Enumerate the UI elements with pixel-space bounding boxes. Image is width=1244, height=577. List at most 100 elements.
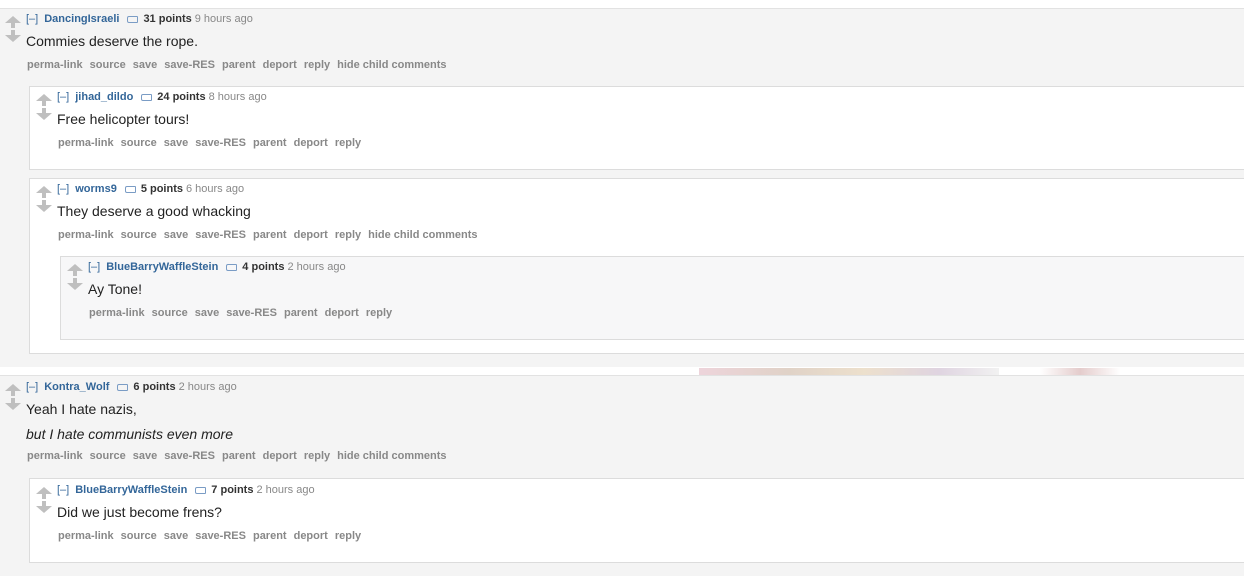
downvote-arrow-icon[interactable] [36,200,52,212]
comment-body-italic-line: but I hate communists even more [26,426,233,442]
score: 7 points [211,484,254,496]
save-res-button[interactable]: save-RES [195,137,246,149]
deport-button[interactable]: deport [294,137,328,149]
comment-body: They deserve a good whacking [57,203,251,219]
downvote-arrow-icon[interactable] [5,398,21,410]
comment-body: Yeah I hate nazis, [26,401,137,417]
collapse-toggle[interactable]: [–] [26,381,38,393]
timestamp: 2 hours ago [287,261,346,273]
downvote-arrow-icon[interactable] [5,30,21,42]
comment-body: Free helicopter tours! [57,111,190,127]
upvote-arrow-icon[interactable] [36,487,52,499]
author-link[interactable]: BlueBarryWaffleStein [75,484,187,496]
save-button[interactable]: save [164,229,188,241]
comment-tagline: [–] BlueBarryWaffleStein 4 points 2 hours a… [88,260,346,274]
timestamp: 9 hours ago [194,13,253,25]
deport-button[interactable]: deport [294,229,328,241]
hide-child-comments-button[interactable]: hide child comments [368,229,477,241]
parent-button[interactable]: parent [222,450,256,462]
comment-tagline: [–] jihad_dildo 24 points 8 hours ago [57,90,267,104]
author-link[interactable]: Kontra_Wolf [44,381,109,393]
author-link[interactable]: jihad_dildo [75,91,133,103]
collapse-toggle[interactable]: [–] [57,183,69,195]
author-link[interactable]: DancingIsraeli [44,13,119,25]
score: 31 points [143,13,192,25]
comment-buttons: perma-link source save save-RES parent deport… [58,228,485,242]
background-image-strip [699,368,999,375]
source-button[interactable]: source [121,229,157,241]
parent-button[interactable]: parent [284,307,318,319]
comment-tagline: [–] Kontra_Wolf 6 points 2 hours ago [26,380,237,394]
reply-button[interactable]: reply [335,229,361,241]
source-button[interactable]: source [90,450,126,462]
save-button[interactable]: save [195,307,219,319]
reply-button[interactable]: reply [304,59,330,71]
score: 6 points [133,381,176,393]
downvote-arrow-icon[interactable] [36,108,52,120]
save-res-button[interactable]: save-RES [164,450,215,462]
save-res-button[interactable]: save-RES [226,307,277,319]
comment-tagline: [–] BlueBarryWaffleStein 7 points 2 hours a… [57,483,315,497]
tag-icon[interactable] [226,264,238,271]
reply-button[interactable]: reply [335,530,361,542]
upvote-arrow-icon[interactable] [36,94,52,106]
upvote-arrow-icon[interactable] [36,186,52,198]
save-res-button[interactable]: save-RES [195,229,246,241]
comment-body: Commies deserve the rope. [26,33,198,49]
save-res-button[interactable]: save-RES [164,59,215,71]
reply-button[interactable]: reply [304,450,330,462]
hide-child-comments-button[interactable]: hide child comments [337,59,446,71]
save-button[interactable]: save [164,137,188,149]
permalink-button[interactable]: perma-link [89,307,145,319]
author-link[interactable]: worms9 [75,183,117,195]
collapse-toggle[interactable]: [–] [26,13,38,25]
reply-button[interactable]: reply [366,307,392,319]
upvote-arrow-icon[interactable] [5,384,21,396]
save-button[interactable]: save [133,59,157,71]
comment-body: Ay Tone! [88,281,142,297]
comment-tagline: [–] worms9 5 points 6 hours ago [57,182,244,196]
reply-button[interactable]: reply [335,137,361,149]
comment-buttons: perma-link source save save-RES parent deport… [27,449,454,463]
source-button[interactable]: source [121,137,157,149]
timestamp: 2 hours ago [178,381,237,393]
comment-buttons: perma-link source save save-RES parent deport… [89,306,399,320]
upvote-arrow-icon[interactable] [5,16,21,28]
deport-button[interactable]: deport [325,307,359,319]
tag-icon[interactable] [127,16,139,23]
parent-button[interactable]: parent [222,59,256,71]
collapse-toggle[interactable]: [–] [88,261,100,273]
hide-child-comments-button[interactable]: hide child comments [337,450,446,462]
score: 24 points [157,91,206,103]
source-button[interactable]: source [90,59,126,71]
deport-button[interactable]: deport [294,530,328,542]
deport-button[interactable]: deport [263,59,297,71]
parent-button[interactable]: parent [253,530,287,542]
save-res-button[interactable]: save-RES [195,530,246,542]
permalink-button[interactable]: perma-link [58,530,114,542]
deport-button[interactable]: deport [263,450,297,462]
tag-icon[interactable] [124,186,136,193]
parent-button[interactable]: parent [253,229,287,241]
tag-icon[interactable] [141,94,153,101]
save-button[interactable]: save [133,450,157,462]
collapse-toggle[interactable]: [–] [57,484,69,496]
source-button[interactable]: source [152,307,188,319]
comment-tagline: [–] DancingIsraeli 31 points 9 hours ago [26,12,253,26]
upvote-arrow-icon[interactable] [67,264,83,276]
source-button[interactable]: source [121,530,157,542]
permalink-button[interactable]: perma-link [58,229,114,241]
permalink-button[interactable]: perma-link [27,59,83,71]
downvote-arrow-icon[interactable] [36,501,52,513]
tag-icon[interactable] [195,487,207,494]
downvote-arrow-icon[interactable] [67,278,83,290]
parent-button[interactable]: parent [253,137,287,149]
collapse-toggle[interactable]: [–] [57,91,69,103]
comment-buttons: perma-link source save save-RES parent deport… [58,529,368,543]
author-link[interactable]: BlueBarryWaffleStein [106,261,218,273]
save-button[interactable]: save [164,530,188,542]
permalink-button[interactable]: perma-link [27,450,83,462]
comment-buttons: perma-link source save save-RES parent deport… [27,58,454,72]
permalink-button[interactable]: perma-link [58,137,114,149]
tag-icon[interactable] [117,384,129,391]
